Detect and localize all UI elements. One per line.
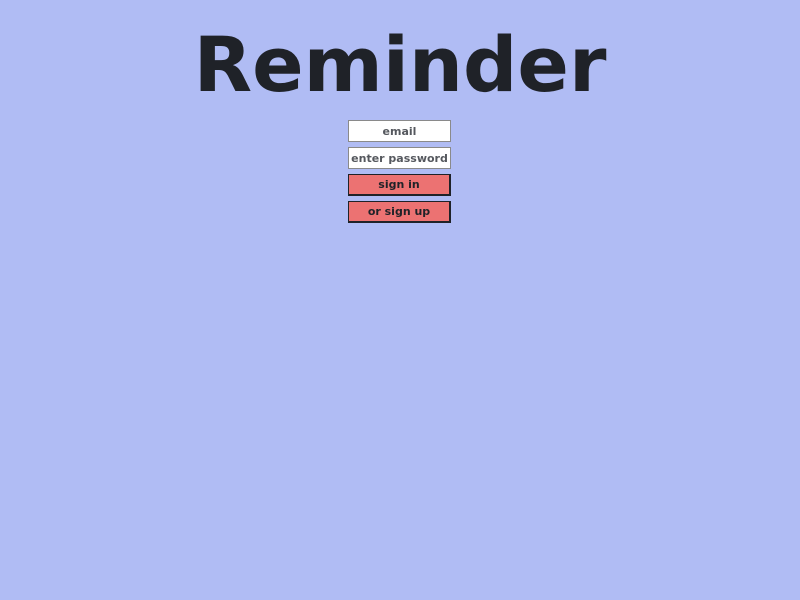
sign-in-button[interactable]: sign in [348, 174, 451, 196]
login-page: Reminder sign in or sign up [0, 0, 800, 600]
sign-up-button[interactable]: or sign up [348, 201, 451, 223]
email-input[interactable] [348, 120, 451, 142]
password-input[interactable] [348, 147, 451, 169]
login-form: sign in or sign up [348, 120, 451, 228]
app-title: Reminder [193, 20, 607, 109]
